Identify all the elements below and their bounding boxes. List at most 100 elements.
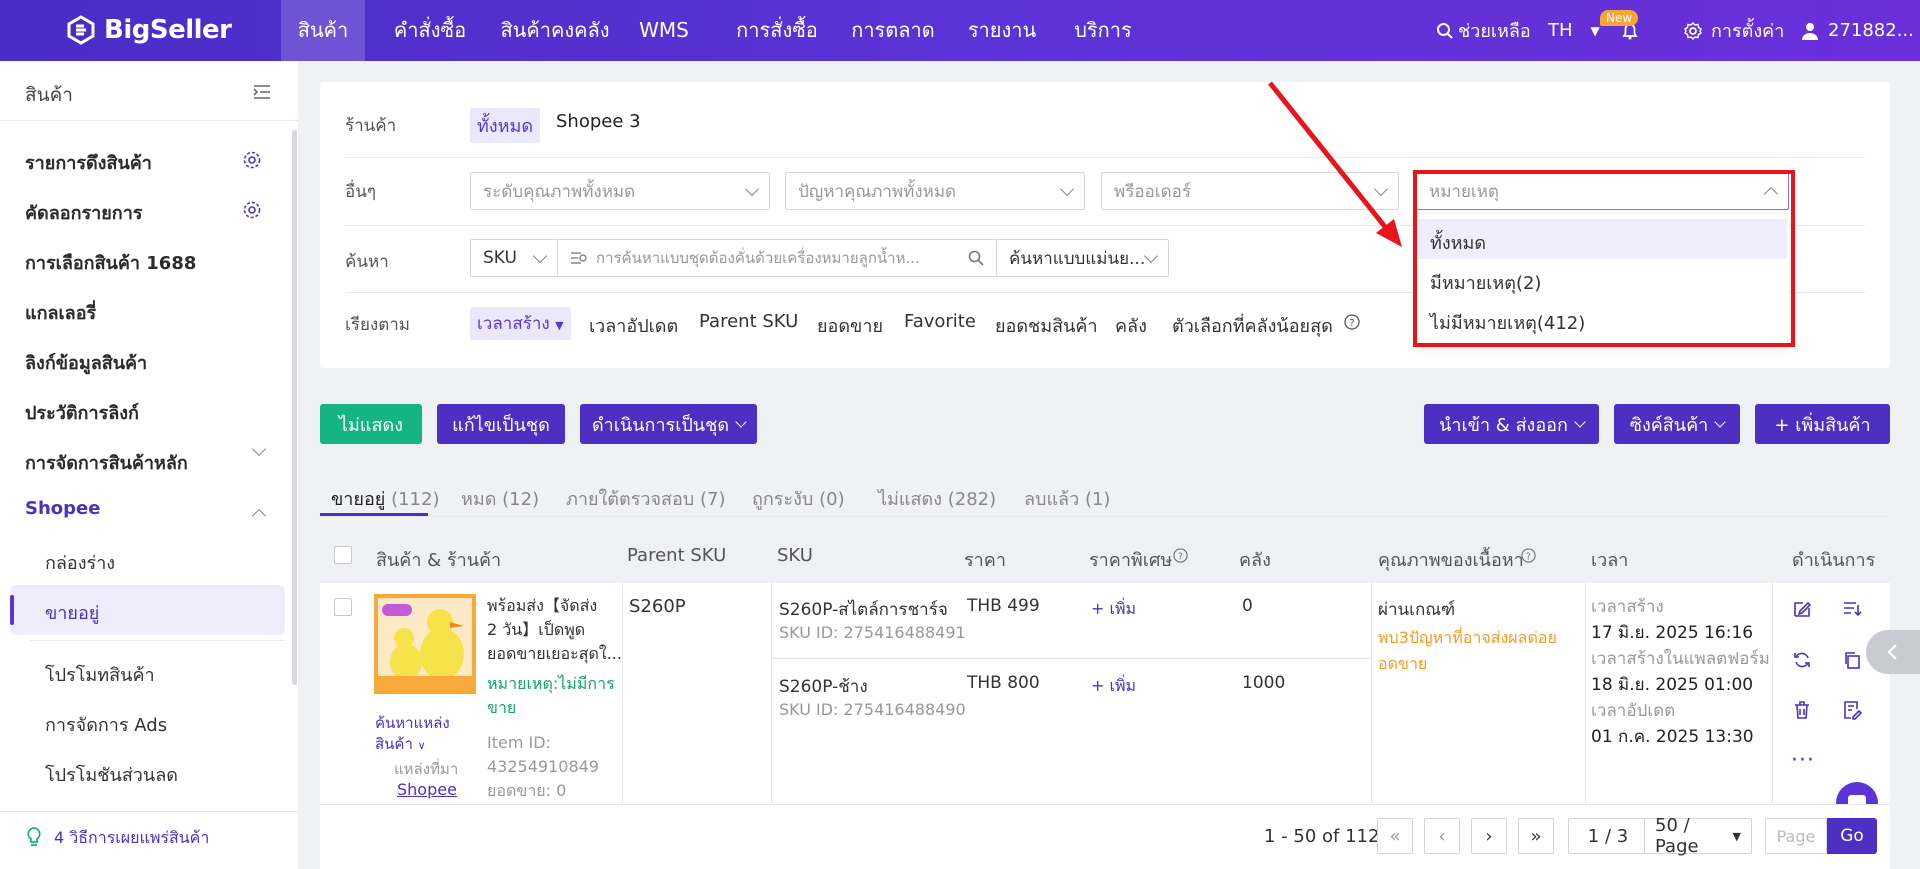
help-circle-icon[interactable]: ? bbox=[1173, 548, 1188, 563]
import-export-button[interactable]: นำเข้า & ส่งออก bbox=[1424, 404, 1599, 444]
product-title-line: ยอดขายเยอะสุดใ... bbox=[487, 644, 622, 663]
go-button[interactable]: Go bbox=[1827, 818, 1877, 854]
new-badge: New bbox=[1600, 10, 1639, 26]
tab-banned[interactable]: ถูกระงับ (0) bbox=[752, 484, 845, 513]
per-page-select[interactable]: 50 / Page ▼ bbox=[1644, 815, 1752, 857]
product-thumbnail[interactable] bbox=[374, 594, 476, 694]
chevron-down-icon bbox=[735, 416, 747, 428]
search-type-select[interactable]: SKU bbox=[470, 239, 558, 277]
row-checkbox[interactable] bbox=[334, 598, 352, 616]
created-label: เวลาสร้าง bbox=[1591, 597, 1664, 617]
quality-issue-select[interactable]: ปัญหาคุณภาพทั้งหมด bbox=[785, 172, 1085, 210]
add-product-button[interactable]: + เพิ่มสินค้า bbox=[1755, 404, 1890, 444]
sort-updated[interactable]: เวลาอัปเดต bbox=[589, 311, 678, 340]
bulk-action-button[interactable]: ดำเนินการเป็นชุด bbox=[580, 404, 757, 444]
search-icon[interactable] bbox=[968, 250, 984, 266]
trash-icon[interactable] bbox=[1792, 700, 1812, 720]
nav-purchase[interactable]: การสั่งซื้อ bbox=[722, 0, 832, 61]
next-page-button[interactable]: › bbox=[1471, 818, 1507, 854]
settings-link[interactable]: การตั้งค่า bbox=[1683, 0, 1784, 61]
sidebar-item-scrape-list[interactable]: รายการดึงสินค้า bbox=[25, 148, 152, 177]
nav-marketing[interactable]: การตลาด bbox=[846, 0, 940, 61]
nav-services[interactable]: บริการ bbox=[1068, 0, 1138, 61]
sort-parent-sku[interactable]: Parent SKU bbox=[699, 311, 798, 332]
prev-page-button[interactable]: ‹ bbox=[1424, 818, 1460, 854]
select-all-checkbox[interactable] bbox=[334, 546, 352, 564]
store-all-tag[interactable]: ทั้งหมด bbox=[470, 108, 541, 143]
add-special-price-link[interactable]: + เพิ่ม bbox=[1091, 597, 1136, 622]
tab-soldout[interactable]: หมด (12) bbox=[461, 484, 539, 513]
variant-stock[interactable]: 0 bbox=[1242, 596, 1253, 616]
nav-wms[interactable]: WMS bbox=[634, 0, 694, 61]
chevron-up-icon[interactable] bbox=[251, 506, 267, 524]
edit-icon[interactable] bbox=[1792, 599, 1812, 619]
sort-min-stock[interactable]: ตัวเลือกที่คลังน้อยสุด bbox=[1172, 311, 1333, 340]
bulk-edit-button[interactable]: แก้ไขเป็นชุด bbox=[437, 404, 565, 444]
sidebar-item-ads[interactable]: การจัดการ Ads bbox=[45, 710, 167, 739]
nav-products[interactable]: สินค้า bbox=[281, 0, 365, 61]
copy-icon[interactable] bbox=[1842, 650, 1862, 670]
tab-reviewing[interactable]: ภายใต้ตรวจสอบ (7) bbox=[566, 484, 725, 513]
sidebar-scrollbar[interactable] bbox=[292, 130, 297, 685]
nav-orders[interactable]: คำสั่งซื้อ bbox=[375, 0, 485, 61]
sync-button[interactable]: ซิงค์สินค้า bbox=[1614, 404, 1740, 444]
side-panel-toggle[interactable] bbox=[1866, 630, 1920, 674]
tab-deleted[interactable]: ลบแล้ว (1) bbox=[1024, 484, 1110, 513]
sidebar-item-1688[interactable]: การเลือกสินค้า 1688 bbox=[25, 248, 196, 277]
last-page-button[interactable]: » bbox=[1518, 818, 1554, 854]
quality-warning-line: อดขาย bbox=[1378, 654, 1428, 673]
source-shopee-link[interactable]: Shopee bbox=[397, 780, 457, 799]
caret-down-icon: ▼ bbox=[555, 319, 564, 332]
sync-icon[interactable] bbox=[1792, 650, 1812, 670]
help-link[interactable]: ช่วยเหลือ bbox=[1436, 0, 1531, 61]
variant-stock[interactable]: 1000 bbox=[1242, 673, 1285, 693]
list-edit-icon[interactable] bbox=[1842, 599, 1862, 619]
sidebar-item-drafts[interactable]: กล่องร่าง bbox=[45, 548, 115, 577]
page-jump-input[interactable]: Page bbox=[1765, 818, 1827, 854]
user-name: 271882... bbox=[1828, 20, 1914, 41]
gear-icon[interactable] bbox=[242, 150, 262, 170]
sidebar-item-live[interactable]: ขายอยู่ bbox=[45, 598, 99, 627]
sort-stock[interactable]: คลัง bbox=[1115, 311, 1147, 340]
nav-inventory[interactable]: สินค้าคงคลัง bbox=[490, 0, 620, 61]
sidebar-section-shopee[interactable]: Shopee bbox=[25, 498, 100, 519]
store-shopee3[interactable]: Shopee 3 bbox=[556, 111, 641, 132]
sidebar-item-gallery[interactable]: แกลเลอรี่ bbox=[25, 298, 96, 327]
sidebar-item-product-link[interactable]: ลิงก์ข้อมูลสินค้า bbox=[25, 348, 147, 377]
search-mode-select[interactable]: ค้นหาแบบแม่นย... bbox=[996, 239, 1169, 277]
sort-favorite[interactable]: Favorite bbox=[904, 311, 976, 332]
quality-warning[interactable]: พบ3ปัญหาที่อาจส่งผลต่อย อดขาย bbox=[1378, 625, 1557, 677]
chevron-down-icon[interactable] bbox=[251, 441, 267, 457]
sidebar-item-link-history[interactable]: ประวัติการลิงก์ bbox=[25, 398, 139, 427]
gear-icon[interactable] bbox=[242, 200, 262, 220]
page-indicator[interactable]: 1 / 3 bbox=[1568, 818, 1648, 854]
sidebar-item-copy-listing[interactable]: คัดลอกรายการ bbox=[25, 198, 142, 227]
tab-unlisted[interactable]: ไม่แสดง (282) bbox=[878, 484, 996, 513]
more-icon[interactable]: ··· bbox=[1791, 748, 1815, 773]
add-special-price-link[interactable]: + เพิ่ม bbox=[1091, 674, 1136, 699]
first-page-button[interactable]: « bbox=[1377, 818, 1413, 854]
note-edit-icon[interactable] bbox=[1842, 700, 1862, 720]
tab-reviewing-count: (7) bbox=[699, 489, 726, 510]
sort-views[interactable]: ยอดชมสินค้า bbox=[995, 311, 1098, 340]
sort-sales[interactable]: ยอดขาย bbox=[817, 311, 883, 340]
sidebar-item-master-products[interactable]: การจัดการสินค้าหลัก bbox=[25, 448, 188, 477]
publish-tips-link[interactable]: 4 วิธีการเผยแพร่สินค้า bbox=[54, 826, 209, 851]
tab-live[interactable]: ขายอยู่ (112) bbox=[331, 484, 439, 513]
help-circle-icon[interactable]: ? bbox=[1521, 548, 1536, 563]
quality-level-select[interactable]: ระดับคุณภาพทั้งหมด bbox=[470, 172, 770, 210]
quality-level-placeholder: ระดับคุณภาพทั้งหมด bbox=[483, 181, 636, 202]
user-menu[interactable]: 271882... bbox=[1800, 0, 1914, 61]
sidebar-item-discount[interactable]: โปรโมชันส่วนลด bbox=[45, 760, 178, 789]
logo[interactable]: BigSeller bbox=[66, 12, 232, 48]
sidebar-item-boost[interactable]: โปรโมทสินค้า bbox=[45, 660, 155, 689]
hide-button[interactable]: ไม่แสดง bbox=[320, 404, 422, 444]
product-title[interactable]: พร้อมส่ง【จัดส่ง 2 วัน】เป็ดพูด ยอดขายเยอะ… bbox=[487, 594, 622, 666]
sort-created[interactable]: เวลาสร้าง ▼ bbox=[470, 307, 571, 340]
help-circle-icon[interactable]: ? bbox=[1344, 314, 1360, 330]
nav-reports[interactable]: รายงาน bbox=[960, 0, 1044, 61]
language-select[interactable]: TH ▼ bbox=[1548, 0, 1600, 61]
find-source-link[interactable]: ค้นหาแหล่ง สินค้า ∨ bbox=[375, 713, 450, 756]
collapse-menu-icon[interactable] bbox=[252, 84, 272, 100]
search-input[interactable]: การค้นหาแบบชุดต้องคั่นด้วยเครื่องหมายลูก… bbox=[557, 239, 997, 277]
